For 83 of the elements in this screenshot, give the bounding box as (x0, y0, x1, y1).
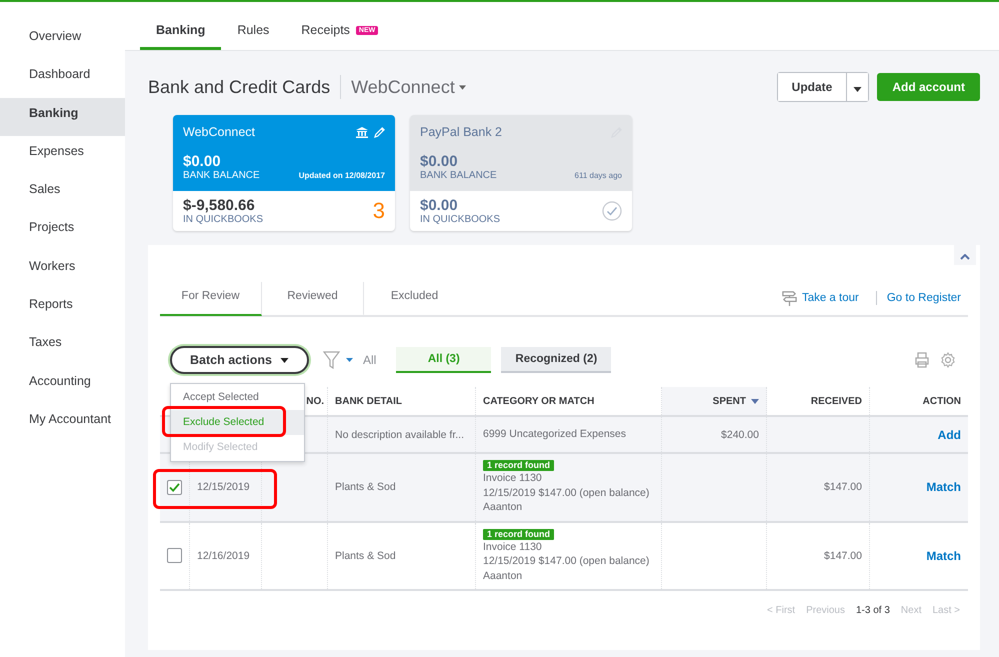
column-header[interactable]: SPENT (662, 387, 767, 415)
pagination-link: Next (900, 605, 922, 616)
row-action-link[interactable]: Match (926, 480, 961, 494)
balance-label: IN QUICKBOOKS (420, 214, 500, 225)
sidebar-item[interactable]: Banking (0, 98, 125, 136)
check-circle-icon (602, 201, 622, 221)
checkbox[interactable] (167, 548, 182, 564)
table-cell: $147.00 (767, 522, 870, 589)
caret-icon (280, 358, 289, 362)
take-tour-link[interactable]: Take a tour (802, 292, 859, 304)
quickbooks-balance: $-9,580.66 (183, 197, 256, 214)
account-card[interactable]: PayPal Bank 2 $0.00 BANK BALANCE 611 days ago $0.00 IN QUICKBOOKS (410, 115, 632, 231)
sidebar-item[interactable]: Projects (0, 212, 125, 251)
pagination-link[interactable]: 1-3 of 3 (856, 605, 890, 616)
bank-balance: $0.00 (183, 153, 222, 170)
card-title: WebConnect (183, 125, 256, 139)
row-action-link[interactable]: Add (938, 428, 961, 442)
batch-actions-button[interactable]: Batch actions (170, 346, 309, 374)
match-detail: Invoice 1130 (483, 471, 542, 486)
bank-icon (356, 126, 368, 138)
tab[interactable]: Banking (140, 23, 222, 50)
match-detail: 12/15/2019 $147.00 (open balance) (483, 554, 650, 568)
sidebar-item[interactable]: Overview (0, 21, 125, 60)
sidebar-item[interactable]: Dashboard (0, 59, 125, 98)
tab[interactable]: Rules (221, 23, 286, 50)
card-title: PayPal Bank 2 (420, 125, 502, 139)
updated-date: 611 days ago (574, 171, 622, 180)
balance-label: BANK BALANCE (183, 170, 260, 181)
table-cell: Plants & Sod (328, 522, 476, 589)
sidebar-item[interactable]: Accounting (0, 366, 125, 404)
chevron-up-icon (960, 254, 970, 260)
sidebar-item[interactable]: Taxes (0, 327, 125, 366)
table-cell: $147.00 (767, 454, 870, 520)
caret-icon (853, 86, 862, 92)
column-header[interactable]: ACTION (870, 387, 968, 415)
filter-icon[interactable] (322, 351, 353, 369)
signpost-icon (780, 290, 798, 306)
category-text: 6999 Uncategorized Expenses (483, 427, 626, 442)
match-detail: Invoice 1130 (483, 540, 542, 554)
tab[interactable]: Reviewed (262, 282, 364, 316)
pagination-link: < First (767, 605, 796, 616)
table-cell: 12/16/2019 (190, 522, 262, 589)
row-action-link[interactable]: Match (926, 548, 961, 563)
match-detail: Aaanton (483, 568, 522, 583)
tab[interactable]: Excluded (364, 282, 465, 316)
page-title: Bank and Credit Cards (148, 76, 330, 98)
sidebar-item[interactable]: Workers (0, 250, 125, 290)
updated-date: Updated on 12/08/2017 (298, 171, 385, 180)
tab[interactable]: For Review (160, 282, 262, 316)
register-link[interactable]: Go to Register (886, 292, 961, 304)
update-button[interactable]: Update (778, 73, 848, 101)
table-row[interactable]: 12/16/2019 Plants & Sod 1 record found Invoice 1130 12/15/2019 $147.00 (open balance) Aaanton $147.00 Match (160, 522, 968, 591)
bank-balance: $0.00 (420, 153, 459, 170)
account-dropdown[interactable]: WebConnect (351, 76, 466, 98)
quickbooks-balance: $0.00 (420, 197, 459, 214)
table-cell: $240.00 (662, 417, 767, 452)
filter-tab[interactable]: Recognized (2) (501, 347, 612, 373)
account-card[interactable]: WebConnect $0.00 BANK BALANCE Updated on 12/08/2017 $-9,580.66 IN QUICKBOOKS 3 (173, 115, 395, 231)
print-icon[interactable] (914, 352, 930, 368)
column-header[interactable]: BANK DETAIL (328, 387, 476, 415)
match-badge: 1 record found (483, 460, 554, 471)
table-cell: Plants & Sod (328, 454, 476, 520)
settings-icon[interactable] (940, 352, 956, 368)
balance-label: IN QUICKBOOKS (183, 214, 264, 225)
table-cell: No description available fr... (328, 417, 476, 452)
filter-label: All (362, 353, 376, 367)
checkbox[interactable] (167, 480, 182, 495)
sidebar-item[interactable]: My Accountant (0, 404, 125, 442)
caret-icon (458, 84, 466, 90)
column-header[interactable]: NO. (262, 387, 328, 415)
match-badge: 1 record found (483, 528, 554, 540)
match-detail: 12/15/2019 $147.00 (open balance) (483, 486, 650, 500)
collapse-button[interactable] (954, 245, 976, 265)
balance-label: BANK BALANCE (420, 170, 497, 181)
sort-icon (751, 398, 759, 404)
match-detail: Aaanton (483, 500, 522, 514)
column-header[interactable]: RECEIVED (767, 387, 870, 415)
pagination-link: Last > (932, 605, 960, 616)
review-count: 3 (372, 198, 385, 224)
pagination-link: Previous (806, 605, 845, 616)
sidebar-item[interactable]: Expenses (0, 136, 125, 174)
sidebar-item[interactable]: Reports (0, 289, 125, 328)
sidebar-item[interactable]: Sales (0, 174, 125, 212)
